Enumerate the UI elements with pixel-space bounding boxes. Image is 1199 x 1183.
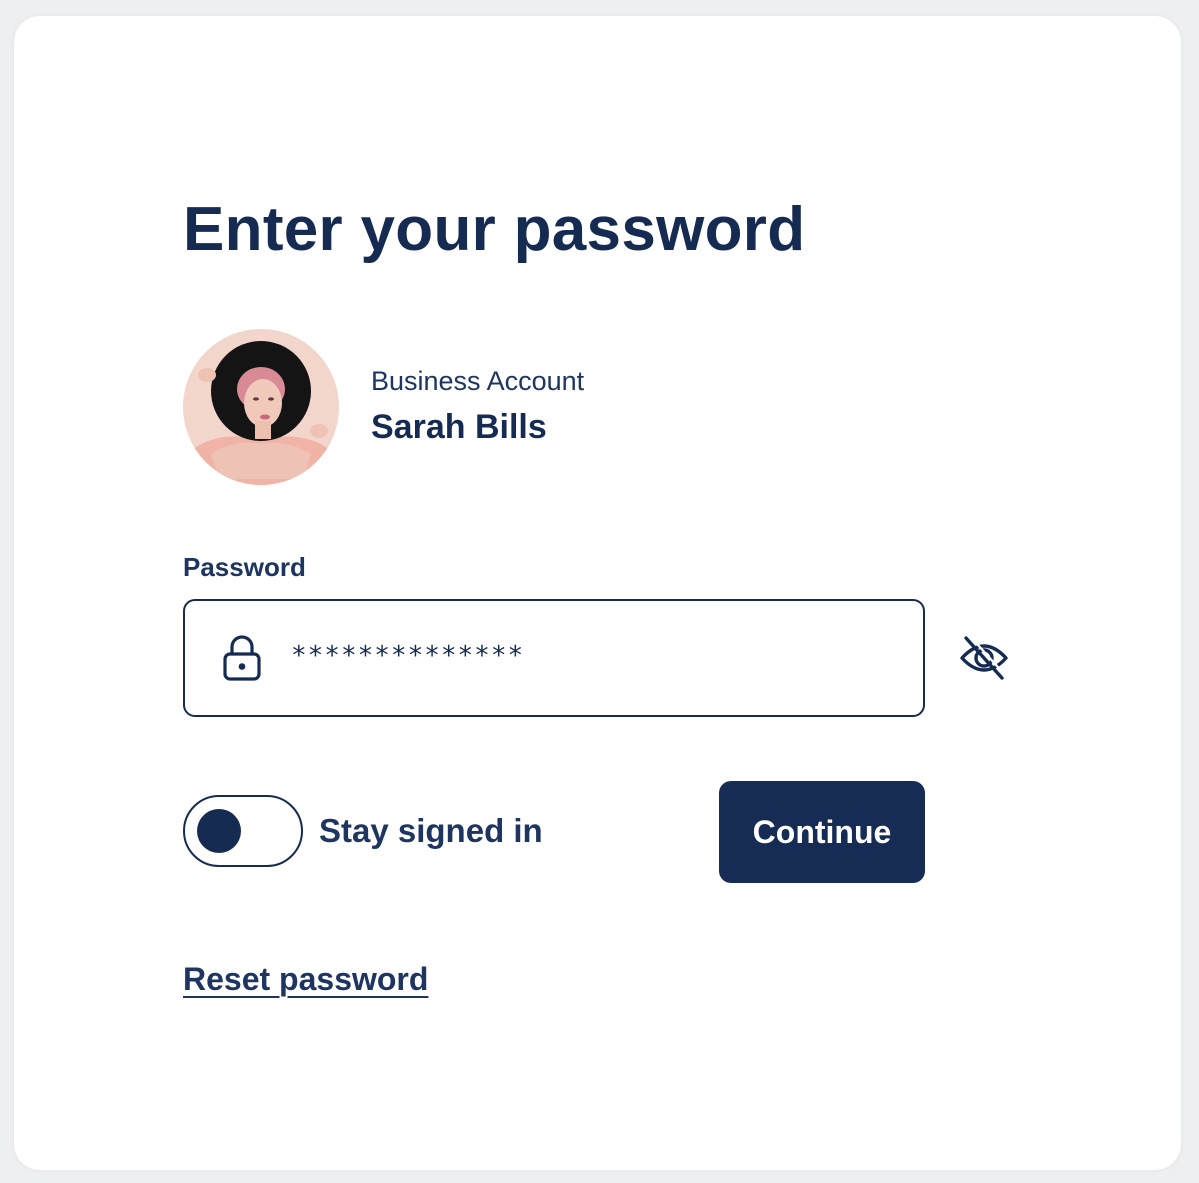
password-input[interactable]: **************	[291, 641, 524, 671]
eye-slash-icon	[960, 633, 1008, 680]
password-field[interactable]: **************	[183, 599, 925, 717]
toggle-knob	[197, 809, 241, 853]
avatar	[183, 329, 339, 485]
reset-password-link[interactable]: Reset password	[183, 961, 428, 998]
lock-icon	[223, 635, 261, 681]
avatar-photo	[183, 329, 339, 485]
show-password-toggle[interactable]	[954, 630, 1014, 686]
password-label: Password	[183, 552, 306, 582]
account-type: Business Account	[371, 366, 585, 396]
page-title: Enter your password	[183, 195, 806, 264]
account-name: Sarah Bills	[371, 408, 547, 446]
stay-signed-in-toggle[interactable]	[183, 795, 303, 867]
stay-signed-in-label: Stay signed in	[319, 812, 543, 849]
continue-button[interactable]: Continue	[719, 781, 925, 883]
login-card: Enter your password Business Account Sar…	[14, 16, 1181, 1170]
